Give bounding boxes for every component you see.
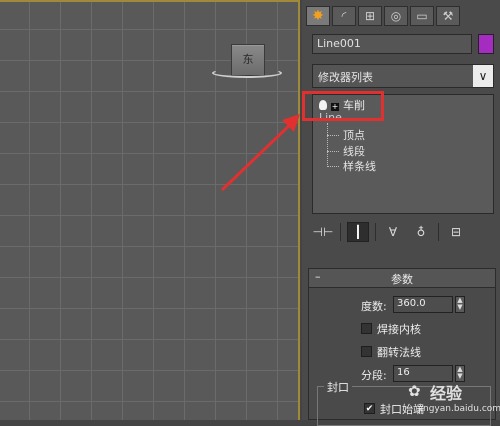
annotation-arrow [220, 114, 300, 192]
watermark-url: jingyan.baidu.com [418, 404, 500, 414]
watermark-main-text: 经验 [430, 384, 463, 403]
watermark: ✿ 经验 jingyan.baidu.com [408, 380, 500, 420]
arrow-shaft [220, 120, 295, 192]
baidu-paw-icon: ✿ [408, 382, 421, 400]
